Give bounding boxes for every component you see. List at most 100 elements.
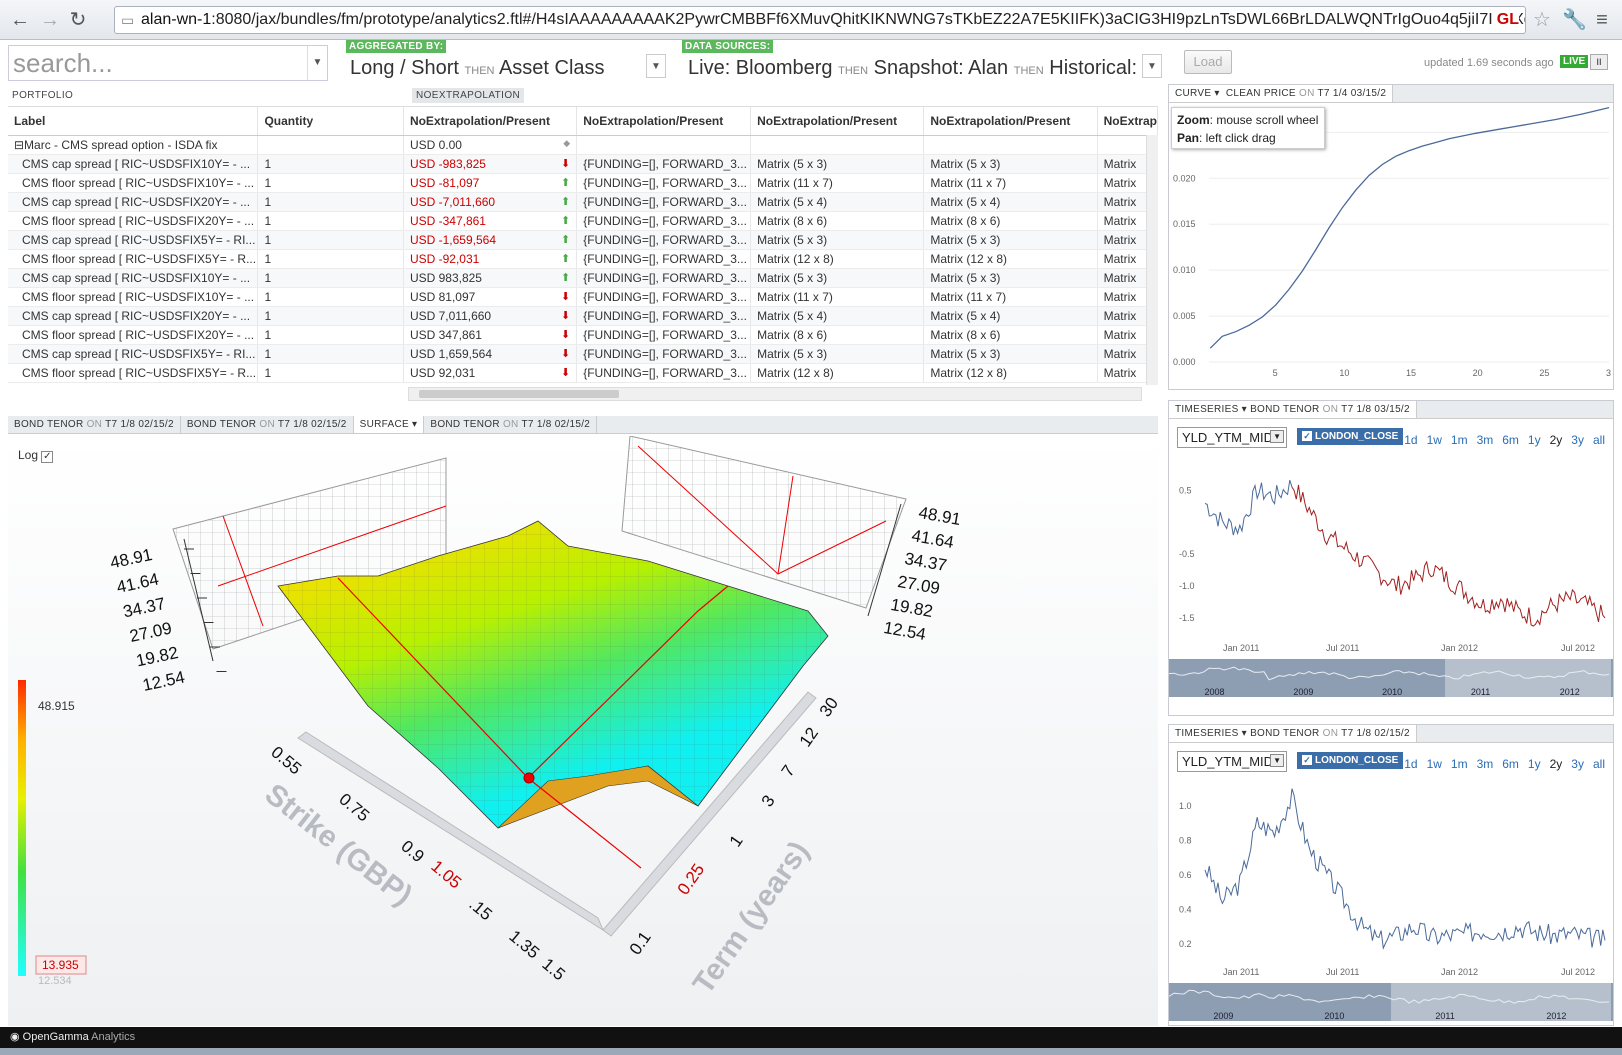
row-present-value: USD 92,031 ⬇	[403, 363, 578, 383]
row-matrix: Matrix (11 x 7)	[750, 287, 925, 307]
load-button[interactable]: Load	[1184, 50, 1232, 74]
row-label: CMS floor spread [ RIC~USDSFIX10Y= - ...	[8, 287, 259, 307]
star-icon[interactable]: ☆	[1530, 8, 1554, 32]
scale-max-label: 48.915	[38, 699, 75, 713]
column-header[interactable]: NoExtrapolation/Present	[750, 107, 925, 136]
table-row[interactable]: CMS floor spread [ RIC~USDSFIX5Y= - R...…	[8, 363, 1158, 383]
table-row[interactable]: CMS floor spread [ RIC~USDSFIX20Y= - ...…	[8, 325, 1158, 345]
range-button-3y[interactable]: 3y	[1571, 757, 1584, 771]
aggregation-dropdown-icon[interactable]: ▼	[646, 54, 666, 78]
table-row[interactable]: CMS cap spread [ RIC~USDSFIX20Y= - ... 1 U…	[8, 192, 1158, 212]
z-tick-label: 41.64	[115, 570, 161, 597]
row-matrix: Matrix (5 x 3)	[750, 230, 925, 250]
scrollbar-thumb[interactable]	[419, 390, 619, 398]
present-value-text: USD -347,861	[409, 213, 486, 228]
range-button-1m[interactable]: 1m	[1451, 433, 1468, 447]
x-tick-label: Jul 2012	[1561, 967, 1595, 977]
tab-name: SURFACE ▾	[359, 419, 418, 430]
forward-icon[interactable]: →	[38, 8, 62, 32]
datasources-dropdown-icon[interactable]: ▼	[1142, 54, 1162, 78]
x-tick-label: 15	[1406, 368, 1416, 378]
tab-bond-tenor[interactable]: BOND TENOR ON T7 1/8 02/15/2	[8, 416, 181, 433]
aggregation-select[interactable]: Long / Short THEN Asset Class	[350, 57, 662, 80]
range-button-1d[interactable]: 1d	[1404, 757, 1417, 771]
wrench-icon[interactable]: 🔧	[1562, 8, 1587, 32]
range-button-6m[interactable]: 6m	[1502, 433, 1519, 447]
term-tick-label: 0.25	[674, 860, 709, 898]
x-tick-label: Jan 2012	[1441, 643, 1478, 653]
table-row[interactable]: CMS cap spread [ RIC~USDSFIX5Y= - RI... 1…	[8, 230, 1158, 250]
column-header[interactable]: Label	[8, 107, 259, 136]
up-arrow-icon: ⬆	[560, 233, 571, 246]
range-button-all[interactable]: all	[1593, 757, 1605, 771]
range-button-1w[interactable]: 1w	[1427, 433, 1442, 447]
range-button-2y[interactable]: 2y	[1550, 433, 1563, 447]
surface-svg[interactable]: 48.9141.6434.3727.0919.8212.54 48.9141.6…	[8, 436, 1158, 1026]
table-row[interactable]: CMS cap spread [ RIC~USDSFIX5Y= - RI... 1…	[8, 344, 1158, 364]
column-header[interactable]: Quantity	[257, 107, 404, 136]
range-button-1y[interactable]: 1y	[1528, 757, 1541, 771]
curve-spec: T7 1/4 03/15/2	[1317, 88, 1387, 99]
table-row[interactable]: CMS cap spread [ RIC~USDSFIX10Y= - ... 1 U…	[8, 268, 1158, 288]
address-bar[interactable]: ▭ alan-wn-1:8080/jax/bundles/fm/prototyp…	[114, 6, 1526, 34]
pause-button[interactable]: II	[1590, 54, 1608, 70]
table-row[interactable]: CMS floor spread [ RIC~USDSFIX5Y= - R...…	[8, 249, 1158, 269]
range-button-1d[interactable]: 1d	[1404, 433, 1417, 447]
selected-point[interactable]	[523, 772, 535, 784]
table-row[interactable]: CMS cap spread [ RIC~USDSFIX20Y= - ... 1 U…	[8, 306, 1158, 326]
tab-bond-tenor[interactable]: SURFACE ▾	[353, 416, 425, 433]
datasources-select[interactable]: Live: Bloomberg THEN Snapshot: Alan THEN…	[688, 57, 1142, 80]
column-header[interactable]: NoExtrapolation/Present	[923, 107, 1098, 136]
timeseries-tab[interactable]: TIMESERIES ▾ BOND TENOR ON T7 1/8 03/15/…	[1169, 401, 1417, 418]
navigator-window[interactable]	[1391, 983, 1611, 1021]
range-button-3m[interactable]: 3m	[1477, 757, 1494, 771]
range-button-3m[interactable]: 3m	[1477, 433, 1494, 447]
table-row[interactable]: CMS floor spread [ RIC~USDSFIX10Y= - ...…	[8, 173, 1158, 193]
surface-panel[interactable]: Log ✓ 48.91 41.64 34.37 27.09 19.82 12.54 48.…	[8, 436, 1158, 1026]
y-tick-label: 0.000	[1173, 357, 1196, 367]
column-header[interactable]: NoExtrapolation/Present	[403, 107, 578, 136]
field-select[interactable]: YLD_YTM_MID ▼	[1177, 427, 1287, 448]
tab-bond-tenor[interactable]: BOND TENOR ON T7 1/8 02/15/2	[424, 416, 598, 433]
timeseries-chart[interactable]: 0.5 -0.5 -1.0 -1.5 Jan 2011 Jul 2011 Jan 2012 J…	[1169, 457, 1613, 697]
table-row[interactable]: CMS floor spread [ RIC~USDSFIX20Y= - ...…	[8, 211, 1158, 231]
search-input[interactable]: search... ▼	[8, 45, 328, 81]
back-icon[interactable]: ←	[8, 8, 32, 32]
grid-horizontal-scrollbar[interactable]	[408, 387, 1142, 401]
tab-bond-tenor[interactable]: BOND TENOR ON T7 1/8 02/15/2	[181, 416, 354, 433]
range-button-1y[interactable]: 1y	[1528, 433, 1541, 447]
range-button-all[interactable]: all	[1593, 433, 1605, 447]
table-row[interactable]: ⊟Marc - CMS spread option - ISDA fix USD …	[8, 135, 1158, 155]
range-buttons: 1d 1w 1m 3m 6m 1y 2y 3y all	[1395, 755, 1605, 773]
london-close-checkbox[interactable]: ✓ LONDON_CLOSE	[1297, 428, 1404, 445]
term-tick-label: 7	[778, 762, 799, 781]
series-line-highlight	[1291, 484, 1606, 627]
table-row[interactable]: CMS floor spread [ RIC~USDSFIX10Y= - ...…	[8, 287, 1158, 307]
range-button-6m[interactable]: 6m	[1502, 757, 1519, 771]
up-arrow-icon: ⬆	[560, 176, 571, 189]
range-button-2y[interactable]: 2y	[1550, 757, 1563, 771]
london-close-checkbox[interactable]: ✓ LONDON_CLOSE	[1297, 752, 1404, 769]
strike-tick-label: 0.75	[335, 790, 373, 826]
range-button-3y[interactable]: 3y	[1571, 433, 1584, 447]
column-header[interactable]: NoExtrap	[1097, 107, 1158, 136]
grid-vertical-scrollbar[interactable]	[1146, 135, 1158, 385]
chevron-down-icon[interactable]: ▼	[1270, 430, 1284, 443]
range-button-1w[interactable]: 1w	[1427, 757, 1442, 771]
tab-name: BOND TENOR	[14, 419, 84, 430]
timeseries-tab[interactable]: TIMESERIES ▾ BOND TENOR ON T7 1/8 02/15/…	[1169, 725, 1417, 742]
table-row[interactable]: CMS cap spread [ RIC~USDSFIX10Y= - ... 1 U…	[8, 154, 1158, 174]
field-select-value: YLD_YTM_MID	[1182, 754, 1274, 769]
aggregation-second: Asset Class	[498, 57, 605, 79]
field-select[interactable]: YLD_YTM_MID ▼	[1177, 751, 1287, 772]
reload-icon[interactable]: ↻	[66, 8, 90, 32]
timeseries-chart[interactable]: 1.0 0.8 0.6 0.4 0.2 Jan 2011 Jul 2011 Jan 2012 J…	[1169, 781, 1613, 1021]
row-quantity: 1	[257, 344, 404, 364]
chevron-down-icon[interactable]: ▼	[1270, 754, 1284, 767]
timeseries-panel-1: TIMESERIES ▾ BOND TENOR ON T7 1/8 03/15/…	[1168, 400, 1614, 716]
curve-tab[interactable]: CURVE ▾ CLEAN PRICE ON T7 1/4 03/15/2	[1169, 85, 1394, 102]
menu-icon[interactable]: ≡	[1590, 8, 1614, 32]
column-header[interactable]: NoExtrapolation/Present	[576, 107, 752, 136]
range-button-1m[interactable]: 1m	[1451, 757, 1468, 771]
search-dropdown-icon[interactable]: ▼	[307, 46, 327, 80]
